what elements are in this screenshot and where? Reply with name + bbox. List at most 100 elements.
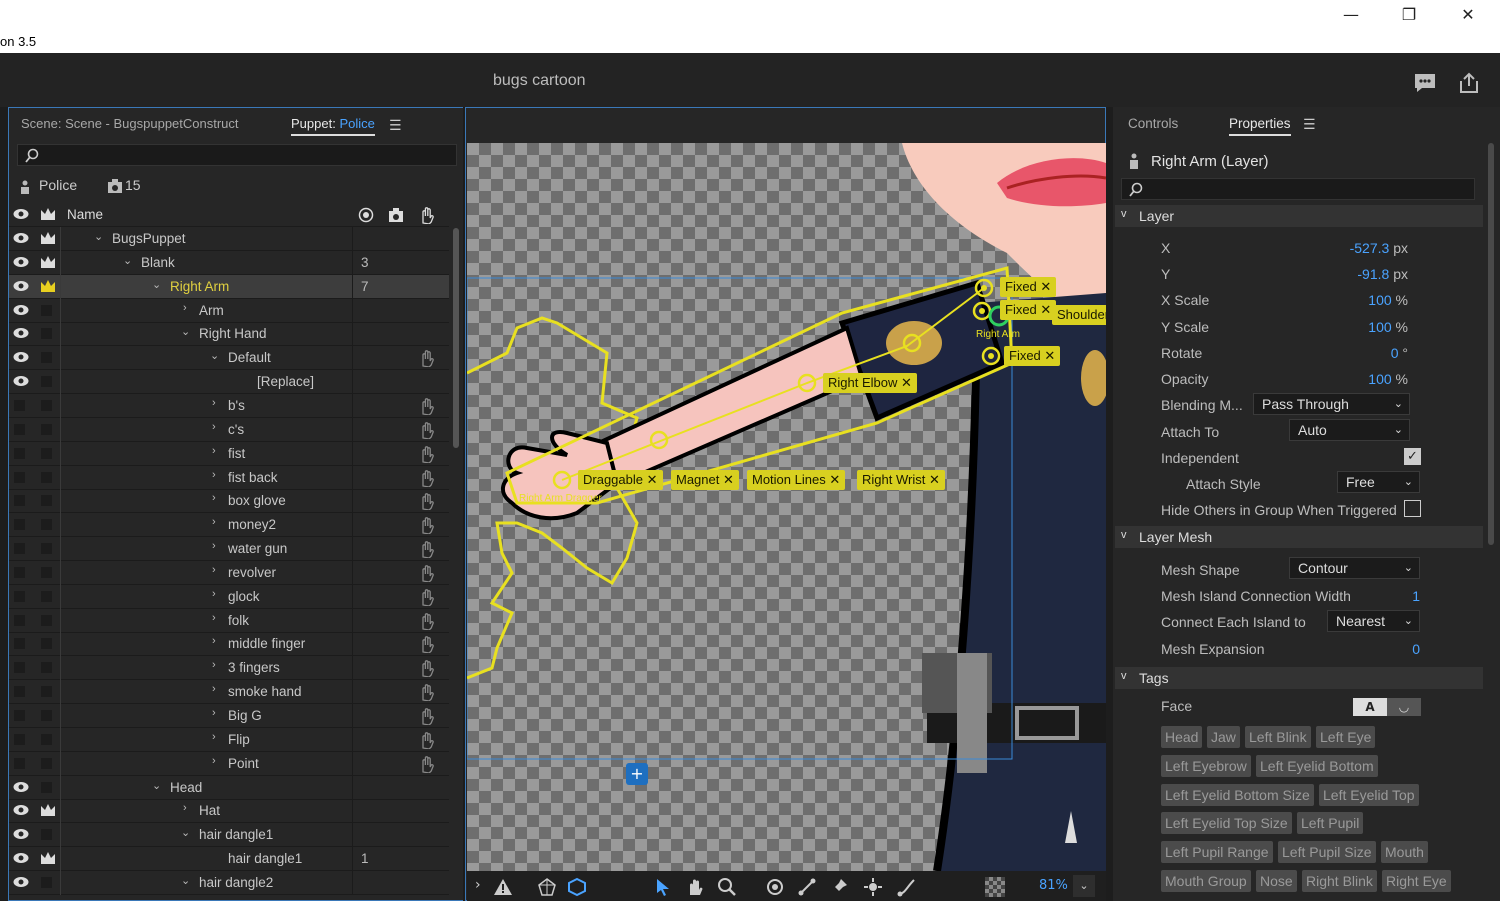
- chevron-right-icon[interactable]: ›: [212, 635, 216, 647]
- face-icon-mode-button[interactable]: ◡: [1387, 698, 1421, 716]
- hand-icon[interactable]: [417, 683, 435, 702]
- blending-mode-select[interactable]: Pass Through ⌄: [1253, 393, 1410, 415]
- chevron-right-icon[interactable]: ›: [212, 755, 216, 767]
- chevron-right-icon[interactable]: ›: [212, 683, 216, 695]
- hand-icon[interactable]: [417, 612, 435, 630]
- visibility-toggle[interactable]: [14, 686, 25, 698]
- panel-menu-icon[interactable]: ☰: [389, 118, 402, 134]
- tree-row[interactable]: › folk: [9, 608, 449, 633]
- chevron-right-icon[interactable]: ›: [212, 540, 216, 552]
- tree-row[interactable]: ⌄ hair dangle2: [9, 870, 449, 895]
- connect-island-select[interactable]: Nearest ⌄: [1327, 610, 1420, 632]
- tab-controls[interactable]: Controls: [1128, 116, 1178, 131]
- select-tool-icon[interactable]: [653, 877, 673, 897]
- visibility-toggle[interactable]: [14, 423, 25, 435]
- x-scale-value[interactable]: 100 %: [1368, 292, 1408, 308]
- tree-scrollbar[interactable]: [453, 228, 459, 448]
- solo-toggle[interactable]: [41, 376, 52, 388]
- hand-icon[interactable]: [417, 635, 435, 654]
- mesh-icon[interactable]: [537, 877, 557, 897]
- zoom-dropdown-icon[interactable]: ⌄: [1073, 875, 1095, 897]
- chevron-right-icon[interactable]: ›: [212, 707, 216, 719]
- camera-icon[interactable]: [388, 207, 404, 223]
- zoom-level[interactable]: 81%: [1039, 878, 1068, 893]
- chevron-down-icon[interactable]: ⌄: [152, 779, 161, 792]
- eye-icon[interactable]: [13, 876, 29, 888]
- chevron-right-icon[interactable]: ›: [212, 445, 216, 457]
- solo-toggle[interactable]: [41, 686, 52, 698]
- name-column-header[interactable]: Name: [67, 207, 103, 222]
- remove-icon[interactable]: ✕: [1044, 348, 1055, 363]
- y-scale-value[interactable]: 100 %: [1368, 319, 1408, 335]
- visibility-toggle[interactable]: [14, 566, 25, 578]
- opacity-value[interactable]: 100 %: [1368, 371, 1408, 387]
- tree-row[interactable]: › water gun: [9, 537, 449, 562]
- tree-row[interactable]: › Arm: [9, 298, 449, 323]
- tag-button[interactable]: Left Eyelid Top: [1319, 784, 1419, 806]
- tag-button[interactable]: Jaw: [1207, 726, 1240, 748]
- chevron-down-icon[interactable]: ⌄: [210, 349, 219, 362]
- chevron-right-icon[interactable]: ›: [212, 659, 216, 671]
- solo-toggle[interactable]: [41, 423, 52, 435]
- share-icon[interactable]: [1457, 71, 1481, 95]
- maximize-button[interactable]: ❐: [1389, 4, 1429, 26]
- hand-icon[interactable]: [417, 540, 435, 559]
- crown-icon[interactable]: [40, 255, 56, 269]
- mesh-expansion-value[interactable]: 0: [1412, 641, 1420, 657]
- independent-checkbox[interactable]: ✓: [1404, 448, 1421, 465]
- solo-toggle[interactable]: [41, 710, 52, 721]
- tree-row[interactable]: ⌄ Right Arm 7: [9, 274, 449, 299]
- tree-row[interactable]: › 3 fingers: [9, 656, 449, 681]
- eye-icon[interactable]: [13, 781, 29, 793]
- tag-button[interactable]: Mouth: [1381, 841, 1428, 863]
- solo-toggle[interactable]: [41, 543, 52, 555]
- chevron-right-icon[interactable]: ›: [212, 564, 216, 576]
- zoom-tool-icon[interactable]: [717, 877, 737, 897]
- tree-row[interactable]: › b's: [9, 393, 449, 418]
- dangle-tool-icon[interactable]: [897, 877, 917, 897]
- eye-icon[interactable]: [13, 351, 29, 363]
- solo-toggle[interactable]: [41, 519, 52, 531]
- solo-toggle[interactable]: [41, 638, 52, 650]
- properties-search-input[interactable]: [1121, 178, 1475, 200]
- hand-icon[interactable]: [417, 397, 435, 415]
- visibility-toggle[interactable]: [14, 733, 25, 745]
- solo-toggle[interactable]: [41, 352, 52, 364]
- remove-icon[interactable]: ✕: [929, 472, 940, 487]
- hand-icon[interactable]: [417, 564, 435, 582]
- handle-tag-fixed-3[interactable]: Fixed ✕: [1004, 346, 1061, 366]
- eye-icon[interactable]: [13, 375, 29, 387]
- handle-tag-shoulder[interactable]: Shoulder: [1052, 305, 1106, 325]
- eye-icon[interactable]: [13, 232, 29, 244]
- hand-icon[interactable]: [417, 445, 435, 463]
- chevron-down-icon[interactable]: ⌄: [181, 325, 190, 338]
- visibility-toggle[interactable]: [14, 399, 25, 411]
- add-handle-button[interactable]: +: [626, 763, 648, 785]
- eye-icon[interactable]: [13, 327, 29, 339]
- chevron-down-icon[interactable]: ⌄: [181, 826, 190, 839]
- tag-button[interactable]: Left Pupil: [1297, 812, 1364, 834]
- tree-row[interactable]: ⌄ BugsPuppet: [9, 227, 449, 251]
- remove-icon[interactable]: ✕: [1040, 302, 1051, 317]
- remove-icon[interactable]: ✕: [901, 375, 912, 390]
- y-value[interactable]: -91.8 px: [1357, 266, 1408, 282]
- attach-to-select[interactable]: Auto ⌄: [1289, 419, 1410, 441]
- chevron-right-icon[interactable]: ›: [212, 516, 216, 528]
- solo-toggle[interactable]: [41, 495, 52, 507]
- tree-row[interactable]: › c's: [9, 417, 449, 442]
- tag-button[interactable]: Left Eyebrow: [1161, 755, 1251, 777]
- eye-icon[interactable]: [13, 804, 29, 816]
- tree-row[interactable]: › box glove: [9, 489, 449, 514]
- solo-toggle[interactable]: [41, 447, 52, 459]
- tag-button[interactable]: Mouth Group: [1161, 870, 1251, 892]
- mesh-shape-select[interactable]: Contour ⌄: [1289, 557, 1420, 579]
- hand-icon[interactable]: [417, 469, 435, 487]
- transparency-grid-icon[interactable]: [985, 877, 1005, 897]
- pin-tool-icon[interactable]: [829, 877, 849, 897]
- tag-button[interactable]: Left Pupil Range: [1161, 841, 1273, 863]
- visibility-toggle[interactable]: [14, 590, 25, 602]
- remove-icon[interactable]: ✕: [1040, 279, 1051, 294]
- chevron-right-icon[interactable]: ›: [183, 802, 187, 814]
- minimize-button[interactable]: —: [1331, 4, 1371, 26]
- solo-toggle[interactable]: [41, 399, 52, 411]
